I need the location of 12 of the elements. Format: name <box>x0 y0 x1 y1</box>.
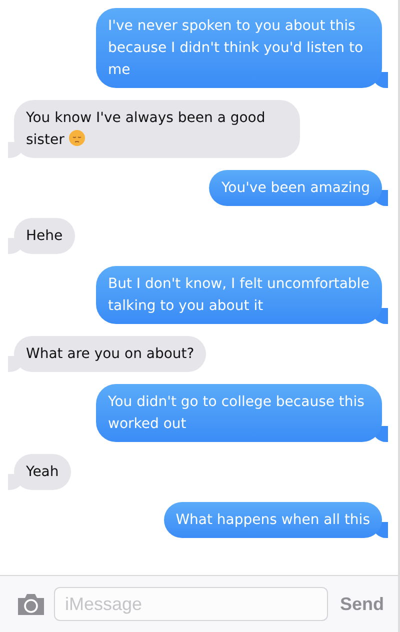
camera-icon[interactable] <box>16 592 46 616</box>
received-message-bubble: Yeah <box>14 454 71 490</box>
sent-message-bubble: But I don't know, I felt uncomfortable talking to you about it <box>96 266 382 324</box>
sent-message-bubble: I've never spoken to you about this because I didn't think you'd listen to me <box>96 8 382 88</box>
received-message-bubble: Hehe <box>14 218 75 254</box>
sent-message-bubble: You didn't go to college because this worked out <box>96 384 382 442</box>
sent-message-bubble: What happens when all this <box>164 502 382 538</box>
received-message-bubble: What are you on about? <box>14 336 206 372</box>
message-input[interactable]: iMessage <box>54 587 328 621</box>
sent-message-bubble: You've been amazing <box>209 170 382 206</box>
send-button[interactable]: Send <box>336 594 384 614</box>
received-message-bubble: You know I've always been a good sister <box>14 100 300 158</box>
